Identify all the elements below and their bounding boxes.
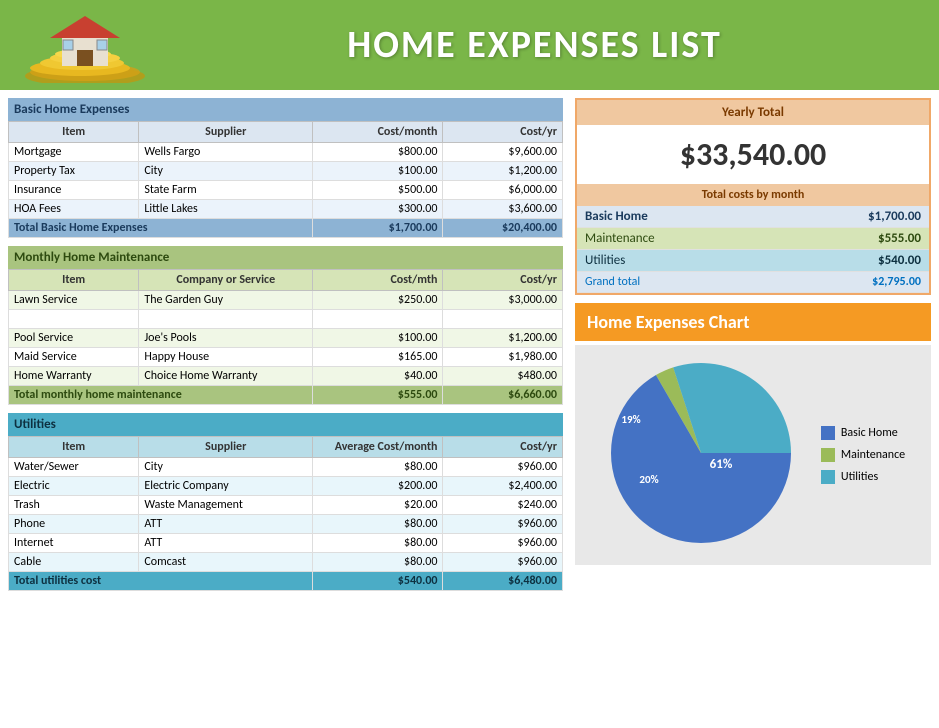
- table-row: Insurance State Farm $500.00 $6,000.00: [9, 181, 563, 200]
- legend-label-util: Utilities: [841, 470, 878, 484]
- legend-basic-home: Basic Home: [821, 426, 905, 440]
- maintenance-section: Monthly Home Maintenance Item Company or…: [8, 246, 563, 405]
- grand-total-row: Grand total $2,795.00: [577, 272, 929, 293]
- col-cost-month: Cost/month: [313, 122, 443, 143]
- pie-label-maint: 19%: [621, 413, 640, 426]
- pie-chart: 61% 19% 20%: [601, 353, 801, 557]
- legend-label-maint: Maintenance: [841, 448, 905, 462]
- col-item: Item: [9, 122, 139, 143]
- header: HOME EXPENSES LIST: [0, 0, 939, 90]
- col-item: Item: [9, 270, 139, 291]
- legend-label-basic: Basic Home: [841, 426, 898, 440]
- table-row: Internet ATT $80.00 $960.00: [9, 534, 563, 553]
- yearly-title: Yearly Total: [577, 100, 929, 125]
- col-supplier: Supplier: [139, 437, 313, 458]
- col-item: Item: [9, 437, 139, 458]
- page-title: HOME EXPENSES LIST: [150, 22, 919, 68]
- chart-area: 61% 19% 20% Basic Home Maintenance: [575, 345, 931, 565]
- maintenance-table: Item Company or Service Cost/mth Cost/yr…: [8, 269, 563, 405]
- col-avg-cost: Average Cost/month: [313, 437, 443, 458]
- total-row: Total Basic Home Expenses $1,700.00 $20,…: [9, 219, 563, 238]
- table-row: Utilities $540.00: [577, 250, 929, 272]
- utilities-table: Item Supplier Average Cost/month Cost/yr…: [8, 436, 563, 591]
- pie-label-basic: 61%: [710, 457, 733, 472]
- monthly-title: Total costs by month: [577, 184, 929, 206]
- table-row: [9, 310, 563, 329]
- yearly-total-box: Yearly Total $33,540.00 Total costs by m…: [575, 98, 931, 295]
- chart-title: Home Expenses Chart: [575, 303, 931, 341]
- total-row: Total utilities cost $540.00 $6,480.00: [9, 572, 563, 591]
- table-row: Electric Electric Company $200.00 $2,400…: [9, 477, 563, 496]
- chart-inner: 61% 19% 20% Basic Home Maintenance: [601, 353, 905, 557]
- right-column: Yearly Total $33,540.00 Total costs by m…: [563, 98, 931, 599]
- pie-label-util: 20%: [639, 473, 658, 486]
- legend-swatch-basic: [821, 426, 835, 440]
- total-row: Total monthly home maintenance $555.00 $…: [9, 386, 563, 405]
- table-row: Property Tax City $100.00 $1,200.00: [9, 162, 563, 181]
- col-supplier: Supplier: [139, 122, 313, 143]
- legend-swatch-maint: [821, 448, 835, 462]
- col-service: Company or Service: [139, 270, 313, 291]
- table-row: Trash Waste Management $20.00 $240.00: [9, 496, 563, 515]
- table-row: Maid Service Happy House $165.00 $1,980.…: [9, 348, 563, 367]
- legend-maintenance: Maintenance: [821, 448, 905, 462]
- table-row: Basic Home $1,700.00: [577, 206, 929, 228]
- utilities-section: Utilities Item Supplier Average Cost/mon…: [8, 413, 563, 591]
- monthly-table: Basic Home $1,700.00 Maintenance $555.00…: [577, 206, 929, 293]
- table-row: Phone ATT $80.00 $960.00: [9, 515, 563, 534]
- maintenance-header: Monthly Home Maintenance: [8, 246, 563, 269]
- legend-utilities: Utilities: [821, 470, 905, 484]
- col-cost-mth: Cost/mth: [313, 270, 443, 291]
- legend-swatch-util: [821, 470, 835, 484]
- house-icon: [20, 8, 150, 83]
- table-row: Water/Sewer City $80.00 $960.00: [9, 458, 563, 477]
- table-row: HOA Fees Little Lakes $300.00 $3,600.00: [9, 200, 563, 219]
- table-row: Pool Service Joe's Pools $100.00 $1,200.…: [9, 329, 563, 348]
- utilities-header: Utilities: [8, 413, 563, 436]
- table-row: Maintenance $555.00: [577, 228, 929, 250]
- yearly-amount: $33,540.00: [577, 125, 929, 184]
- basic-home-section: Basic Home Expenses Item Supplier Cost/m…: [8, 98, 563, 238]
- col-cost-yr: Cost/yr: [443, 437, 563, 458]
- left-column: Basic Home Expenses Item Supplier Cost/m…: [8, 98, 563, 599]
- main-content: Basic Home Expenses Item Supplier Cost/m…: [0, 90, 939, 607]
- table-row: Lawn Service The Garden Guy $250.00 $3,0…: [9, 291, 563, 310]
- table-row: Cable Comcast $80.00 $960.00: [9, 553, 563, 572]
- basic-home-header: Basic Home Expenses: [8, 98, 563, 121]
- table-row: Mortgage Wells Fargo $800.00 $9,600.00: [9, 143, 563, 162]
- col-cost-yr: Cost/yr: [443, 270, 563, 291]
- basic-home-table: Item Supplier Cost/month Cost/yr Mortgag…: [8, 121, 563, 238]
- col-cost-year: Cost/yr: [443, 122, 563, 143]
- chart-legend: Basic Home Maintenance Utilities: [821, 426, 905, 484]
- table-row: Home Warranty Choice Home Warranty $40.0…: [9, 367, 563, 386]
